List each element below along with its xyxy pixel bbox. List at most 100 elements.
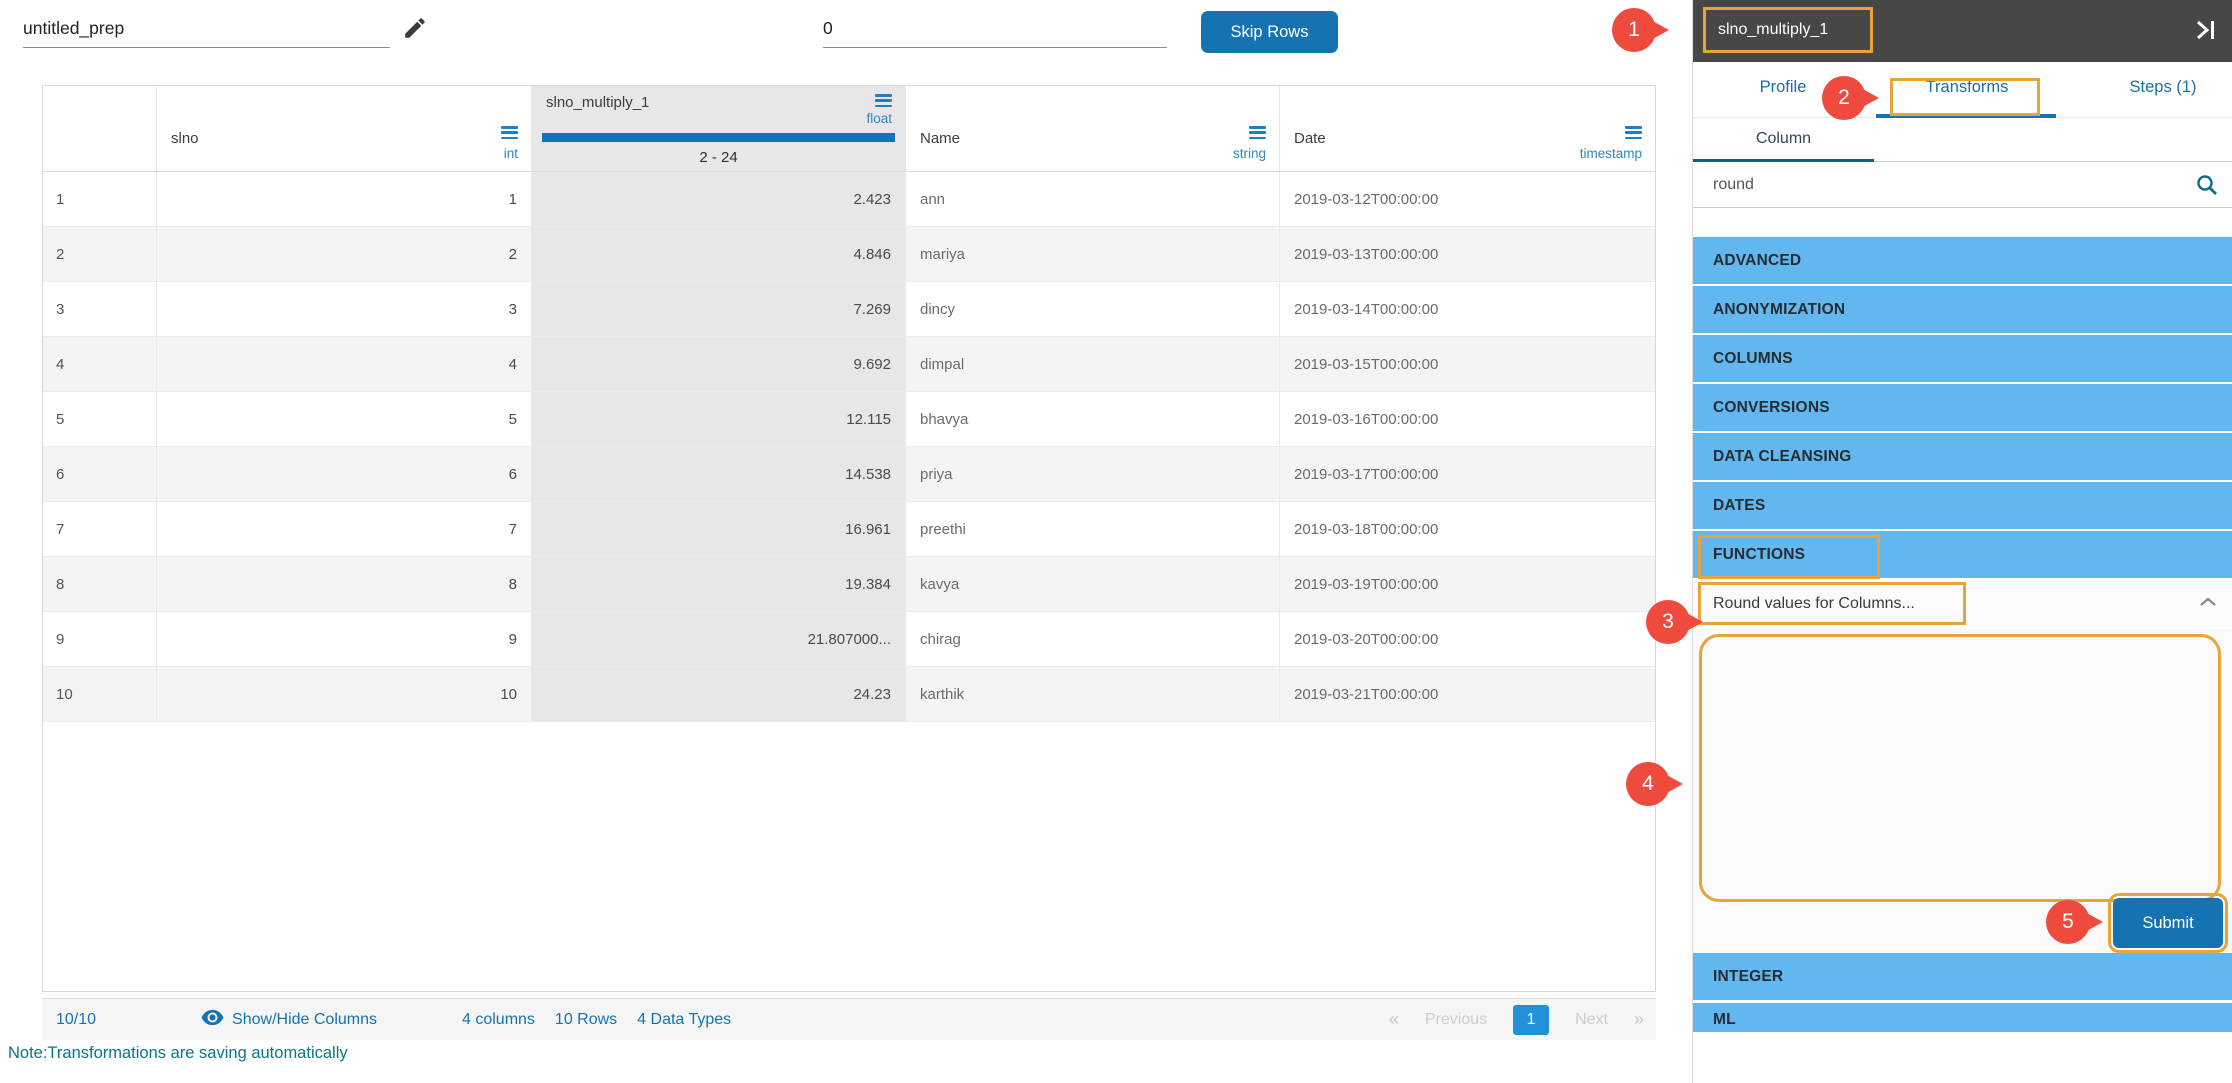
table-row: 6 6 14.538 priya 2019-03-17T00:00:00 xyxy=(43,447,1655,502)
autosave-note: Note:Transformations are saving automati… xyxy=(8,1044,348,1063)
next-page-button[interactable]: Next xyxy=(1575,1011,1608,1029)
submit-button[interactable]: Submit xyxy=(2113,898,2223,948)
slno-cell: 10 xyxy=(157,667,532,721)
pencil-icon xyxy=(402,29,428,44)
table-summary: 4 columns 10 Rows 4 Data Types xyxy=(462,1011,731,1029)
date-cell: 2019-03-21T00:00:00 xyxy=(1280,667,1655,721)
row-index-cell: 7 xyxy=(43,502,157,556)
annotation-badge-1: 1 xyxy=(1612,8,1656,52)
slno-multiply-cell: 2.423 xyxy=(532,172,906,226)
skip-rows-input[interactable]: 0 xyxy=(823,10,1167,48)
skip-rows-button[interactable]: Skip Rows xyxy=(1201,11,1338,53)
annotation-badge-2: 2 xyxy=(1822,76,1866,120)
date-cell: 2019-03-16T00:00:00 xyxy=(1280,392,1655,446)
category-dates[interactable]: DATES xyxy=(1693,482,2232,529)
name-cell: dincy xyxy=(906,282,1280,336)
table-row: 5 5 12.115 bhavya 2019-03-16T00:00:00 xyxy=(43,392,1655,447)
collapse-panel-icon xyxy=(2192,30,2218,45)
transform-panel: slno_multiply_1 Profile Transforms Steps… xyxy=(1692,0,2232,1083)
current-page-button[interactable]: 1 xyxy=(1513,1005,1549,1035)
date-cell: 2019-03-15T00:00:00 xyxy=(1280,337,1655,391)
row-index-cell: 10 xyxy=(43,667,157,721)
name-cell: mariya xyxy=(906,227,1280,281)
column-header-slno[interactable]: slno int xyxy=(157,86,532,171)
slno-cell: 4 xyxy=(157,337,532,391)
slno-cell: 8 xyxy=(157,557,532,611)
column-name: Date xyxy=(1294,130,1326,147)
previous-page-button[interactable]: Previous xyxy=(1425,1011,1487,1029)
date-cell: 2019-03-17T00:00:00 xyxy=(1280,447,1655,501)
column-menu-icon[interactable] xyxy=(1625,126,1642,139)
category-conversions[interactable]: CONVERSIONS xyxy=(1693,384,2232,431)
last-page-arrow[interactable]: » xyxy=(1634,1009,1644,1030)
category-functions[interactable]: FUNCTIONS xyxy=(1693,531,2232,578)
table-row: 9 9 21.807000... chirag 2019-03-20T00:00… xyxy=(43,612,1655,667)
column-type-label: int xyxy=(504,146,518,161)
category-ml[interactable]: ML xyxy=(1693,1003,2232,1032)
slno-cell: 2 xyxy=(157,227,532,281)
column-menu-icon[interactable] xyxy=(1249,126,1266,139)
value-range-label: 2 - 24 xyxy=(532,149,905,166)
table-row: 7 7 16.961 preethi 2019-03-18T00:00:00 xyxy=(43,502,1655,557)
edit-name-button[interactable] xyxy=(400,14,430,44)
category-columns[interactable]: COLUMNS xyxy=(1693,335,2232,382)
annotation-box-title: slno_multiply_1 xyxy=(1703,7,1873,53)
column-menu-icon[interactable] xyxy=(875,94,892,107)
selected-column-title: slno_multiply_1 xyxy=(1718,21,1828,39)
panel-subtabs: Column xyxy=(1693,118,2232,162)
slno-multiply-cell: 16.961 xyxy=(532,502,906,556)
row-index-cell: 8 xyxy=(43,557,157,611)
transform-item-round-values[interactable]: Round values for Columns... xyxy=(1693,580,2232,627)
category-integer[interactable]: INTEGER xyxy=(1693,953,2232,1000)
show-hide-eye-icon xyxy=(201,1009,224,1031)
rows-count-label: 10 Rows xyxy=(555,1011,617,1029)
slno-cell: 9 xyxy=(157,612,532,666)
slno-multiply-cell: 12.115 xyxy=(532,392,906,446)
name-cell: ann xyxy=(906,172,1280,226)
column-header-slno-multiply-1[interactable]: slno_multiply_1 float 2 - 24 xyxy=(532,86,906,171)
slno-multiply-cell: 14.538 xyxy=(532,447,906,501)
prep-name-input[interactable]: untitled_prep xyxy=(23,10,390,48)
name-cell: chirag xyxy=(906,612,1280,666)
category-data-cleansing[interactable]: DATA CLEANSING xyxy=(1693,433,2232,480)
column-header-name[interactable]: Name string xyxy=(906,86,1280,171)
tab-steps[interactable]: Steps (1) xyxy=(2103,78,2223,97)
tab-profile[interactable]: Profile xyxy=(1733,78,1833,97)
row-number-header xyxy=(43,86,157,171)
annotation-box-transforms xyxy=(1890,78,2040,116)
table-footer: 10/10 Show/Hide Columns 4 columns 10 Row… xyxy=(42,998,1656,1040)
column-menu-icon[interactable] xyxy=(501,126,518,139)
row-index-cell: 6 xyxy=(43,447,157,501)
slno-cell: 6 xyxy=(157,447,532,501)
row-index-cell: 4 xyxy=(43,337,157,391)
show-hide-columns-button[interactable]: Show/Hide Columns xyxy=(201,1009,377,1031)
show-hide-label: Show/Hide Columns xyxy=(232,1011,377,1029)
slno-multiply-cell: 4.846 xyxy=(532,227,906,281)
first-page-arrow[interactable]: « xyxy=(1389,1009,1399,1030)
table-row: 10 10 24.23 karthik 2019-03-21T00:00:00 xyxy=(43,667,1655,722)
subtab-column[interactable]: Column xyxy=(1693,118,1874,162)
transform-search[interactable]: round xyxy=(1693,162,2232,208)
slno-cell: 7 xyxy=(157,502,532,556)
slno-multiply-cell: 21.807000... xyxy=(532,612,906,666)
column-header-date[interactable]: Date timestamp xyxy=(1280,86,1655,171)
columns-count-label: 4 columns xyxy=(462,1011,535,1029)
table-row: 3 3 7.269 dincy 2019-03-14T00:00:00 xyxy=(43,282,1655,337)
search-input[interactable]: round xyxy=(1713,176,1754,194)
data-grid: slno int slno_multiply_1 float 2 - 24 Na… xyxy=(42,85,1656,992)
column-type-label: float xyxy=(866,111,892,126)
chevron-up-icon xyxy=(2199,595,2217,613)
collapse-panel-button[interactable] xyxy=(2191,18,2219,44)
row-index-cell: 1 xyxy=(43,172,157,226)
column-name: slno xyxy=(171,130,199,147)
category-anonymization[interactable]: ANONYMIZATION xyxy=(1693,286,2232,333)
category-advanced[interactable]: ADVANCED xyxy=(1693,237,2232,284)
slno-cell: 3 xyxy=(157,282,532,336)
search-icon[interactable] xyxy=(2195,173,2219,202)
row-index-cell: 5 xyxy=(43,392,157,446)
column-type-label: string xyxy=(1233,146,1266,161)
row-index-cell: 2 xyxy=(43,227,157,281)
table-row: 4 4 9.692 dimpal 2019-03-15T00:00:00 xyxy=(43,337,1655,392)
slno-multiply-cell: 7.269 xyxy=(532,282,906,336)
date-cell: 2019-03-12T00:00:00 xyxy=(1280,172,1655,226)
